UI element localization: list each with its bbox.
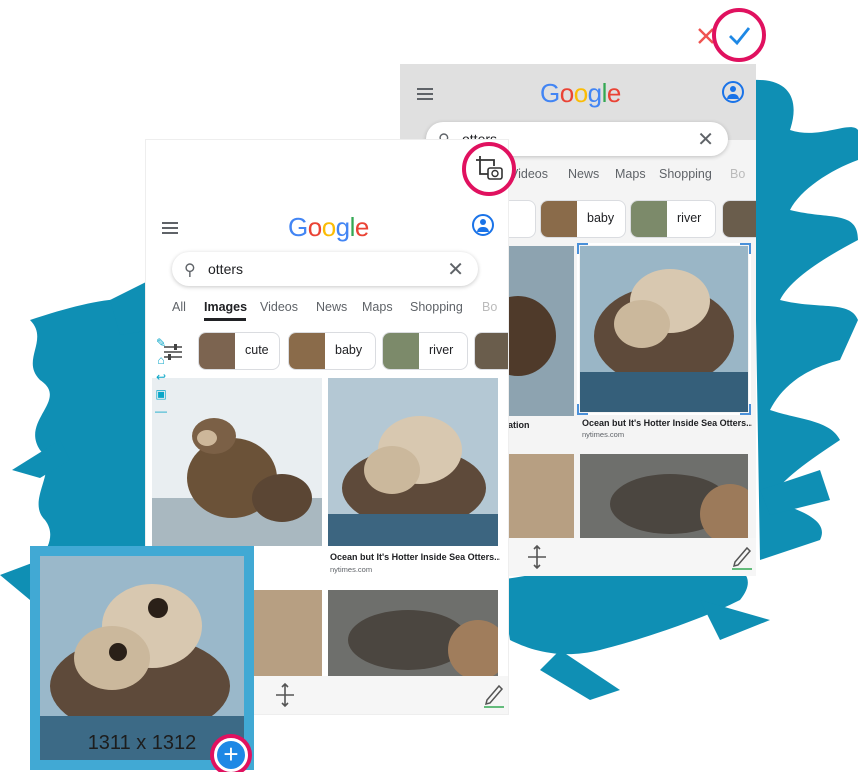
tab-videos[interactable]: Videos [260, 300, 298, 314]
tab-news[interactable]: News [316, 300, 347, 314]
result-image[interactable] [508, 246, 574, 416]
floating-tool-strip: ✎ ⌂ ↩ ▣ ― [152, 336, 172, 464]
back-bottom-toolbar [508, 538, 756, 576]
drag-move-icon[interactable] [274, 682, 296, 708]
check-icon [729, 27, 751, 46]
result-image[interactable] [508, 454, 574, 538]
tab-shopping[interactable]: Shopping [659, 167, 712, 181]
search-input[interactable]: otters [208, 261, 243, 277]
account-circle-icon[interactable] [472, 214, 494, 236]
pen-icon[interactable] [482, 680, 506, 708]
back-tabs: Videos News Maps Shopping Bo [510, 167, 756, 189]
chip-baby[interactable]: baby [288, 332, 376, 370]
crop-snap-button[interactable] [462, 142, 516, 196]
undo-icon[interactable]: ↩ [152, 370, 170, 384]
pen-icon[interactable] [730, 542, 754, 570]
result-image[interactable] [152, 378, 322, 546]
chip-more[interactable] [474, 332, 508, 370]
otter-image [152, 418, 322, 546]
result-image[interactable] [328, 378, 498, 546]
clear-icon[interactable]: ✕ [697, 127, 714, 152]
chip-river[interactable]: river [630, 200, 716, 238]
tab-books[interactable]: Bo [730, 167, 745, 181]
chip-cute[interactable]: cute [198, 332, 280, 370]
chip-thumbnail [631, 201, 667, 237]
tab-images[interactable]: Images [204, 300, 247, 314]
hamburger-menu-icon[interactable] [162, 222, 178, 234]
result-image[interactable] [580, 454, 748, 538]
active-tab-indicator [204, 318, 246, 321]
plus-circle-icon: + [223, 739, 239, 769]
chip-river[interactable]: river [382, 332, 468, 370]
home-icon[interactable]: ⌂ [152, 353, 170, 367]
tab-books[interactable]: Bo [482, 300, 497, 314]
search-icon: ⚲ [184, 262, 196, 279]
chip-thumbnail [289, 333, 325, 369]
tab-shopping[interactable]: Shopping [410, 300, 463, 314]
zoom-preview-image: 1311 x 1312 [40, 556, 244, 760]
screen-icon[interactable]: ▣ [152, 387, 170, 401]
otter-image [328, 378, 498, 546]
crop-selection-frame[interactable] [576, 242, 752, 416]
result-image[interactable] [328, 590, 498, 676]
result-source: nytimes.com [582, 430, 625, 439]
account-circle-icon[interactable] [722, 81, 744, 103]
tab-news[interactable]: News [568, 167, 599, 181]
result-caption: Ocean but It's Hotter Inside Sea Otters.… [330, 552, 500, 562]
otter-image [40, 556, 244, 760]
zoom-preview: 1311 x 1312 [30, 546, 254, 770]
search-box[interactable]: ⚲ otters ✕ [172, 252, 478, 286]
clear-icon[interactable]: ✕ [447, 257, 464, 282]
drag-move-icon[interactable] [526, 544, 548, 570]
add-button[interactable]: + [214, 738, 248, 772]
google-logo: Google [540, 78, 621, 108]
tab-maps[interactable]: Maps [615, 167, 646, 181]
pencil-icon[interactable]: ✎ [152, 336, 170, 350]
hamburger-menu-icon[interactable] [417, 88, 433, 100]
chip-thumbnail [383, 333, 419, 369]
chip-thumbnail [199, 333, 235, 369]
tab-all[interactable]: All [172, 300, 186, 314]
chip-thumbnail [541, 201, 577, 237]
confirm-button[interactable] [712, 8, 766, 62]
search-tabs: All Images Videos News Maps Shopping Bo [172, 300, 508, 322]
chip-baby[interactable]: baby [540, 200, 626, 238]
chip-more[interactable] [722, 200, 756, 238]
crop-camera-icon [476, 156, 503, 180]
tab-maps[interactable]: Maps [362, 300, 393, 314]
result-caption: ation [508, 420, 530, 430]
more-tools-icon[interactable]: ― [152, 404, 170, 418]
result-caption: Ocean but It's Hotter Inside Sea Otters.… [582, 418, 752, 428]
result-source: nytimes.com [330, 565, 373, 574]
google-logo: Google [288, 212, 369, 242]
